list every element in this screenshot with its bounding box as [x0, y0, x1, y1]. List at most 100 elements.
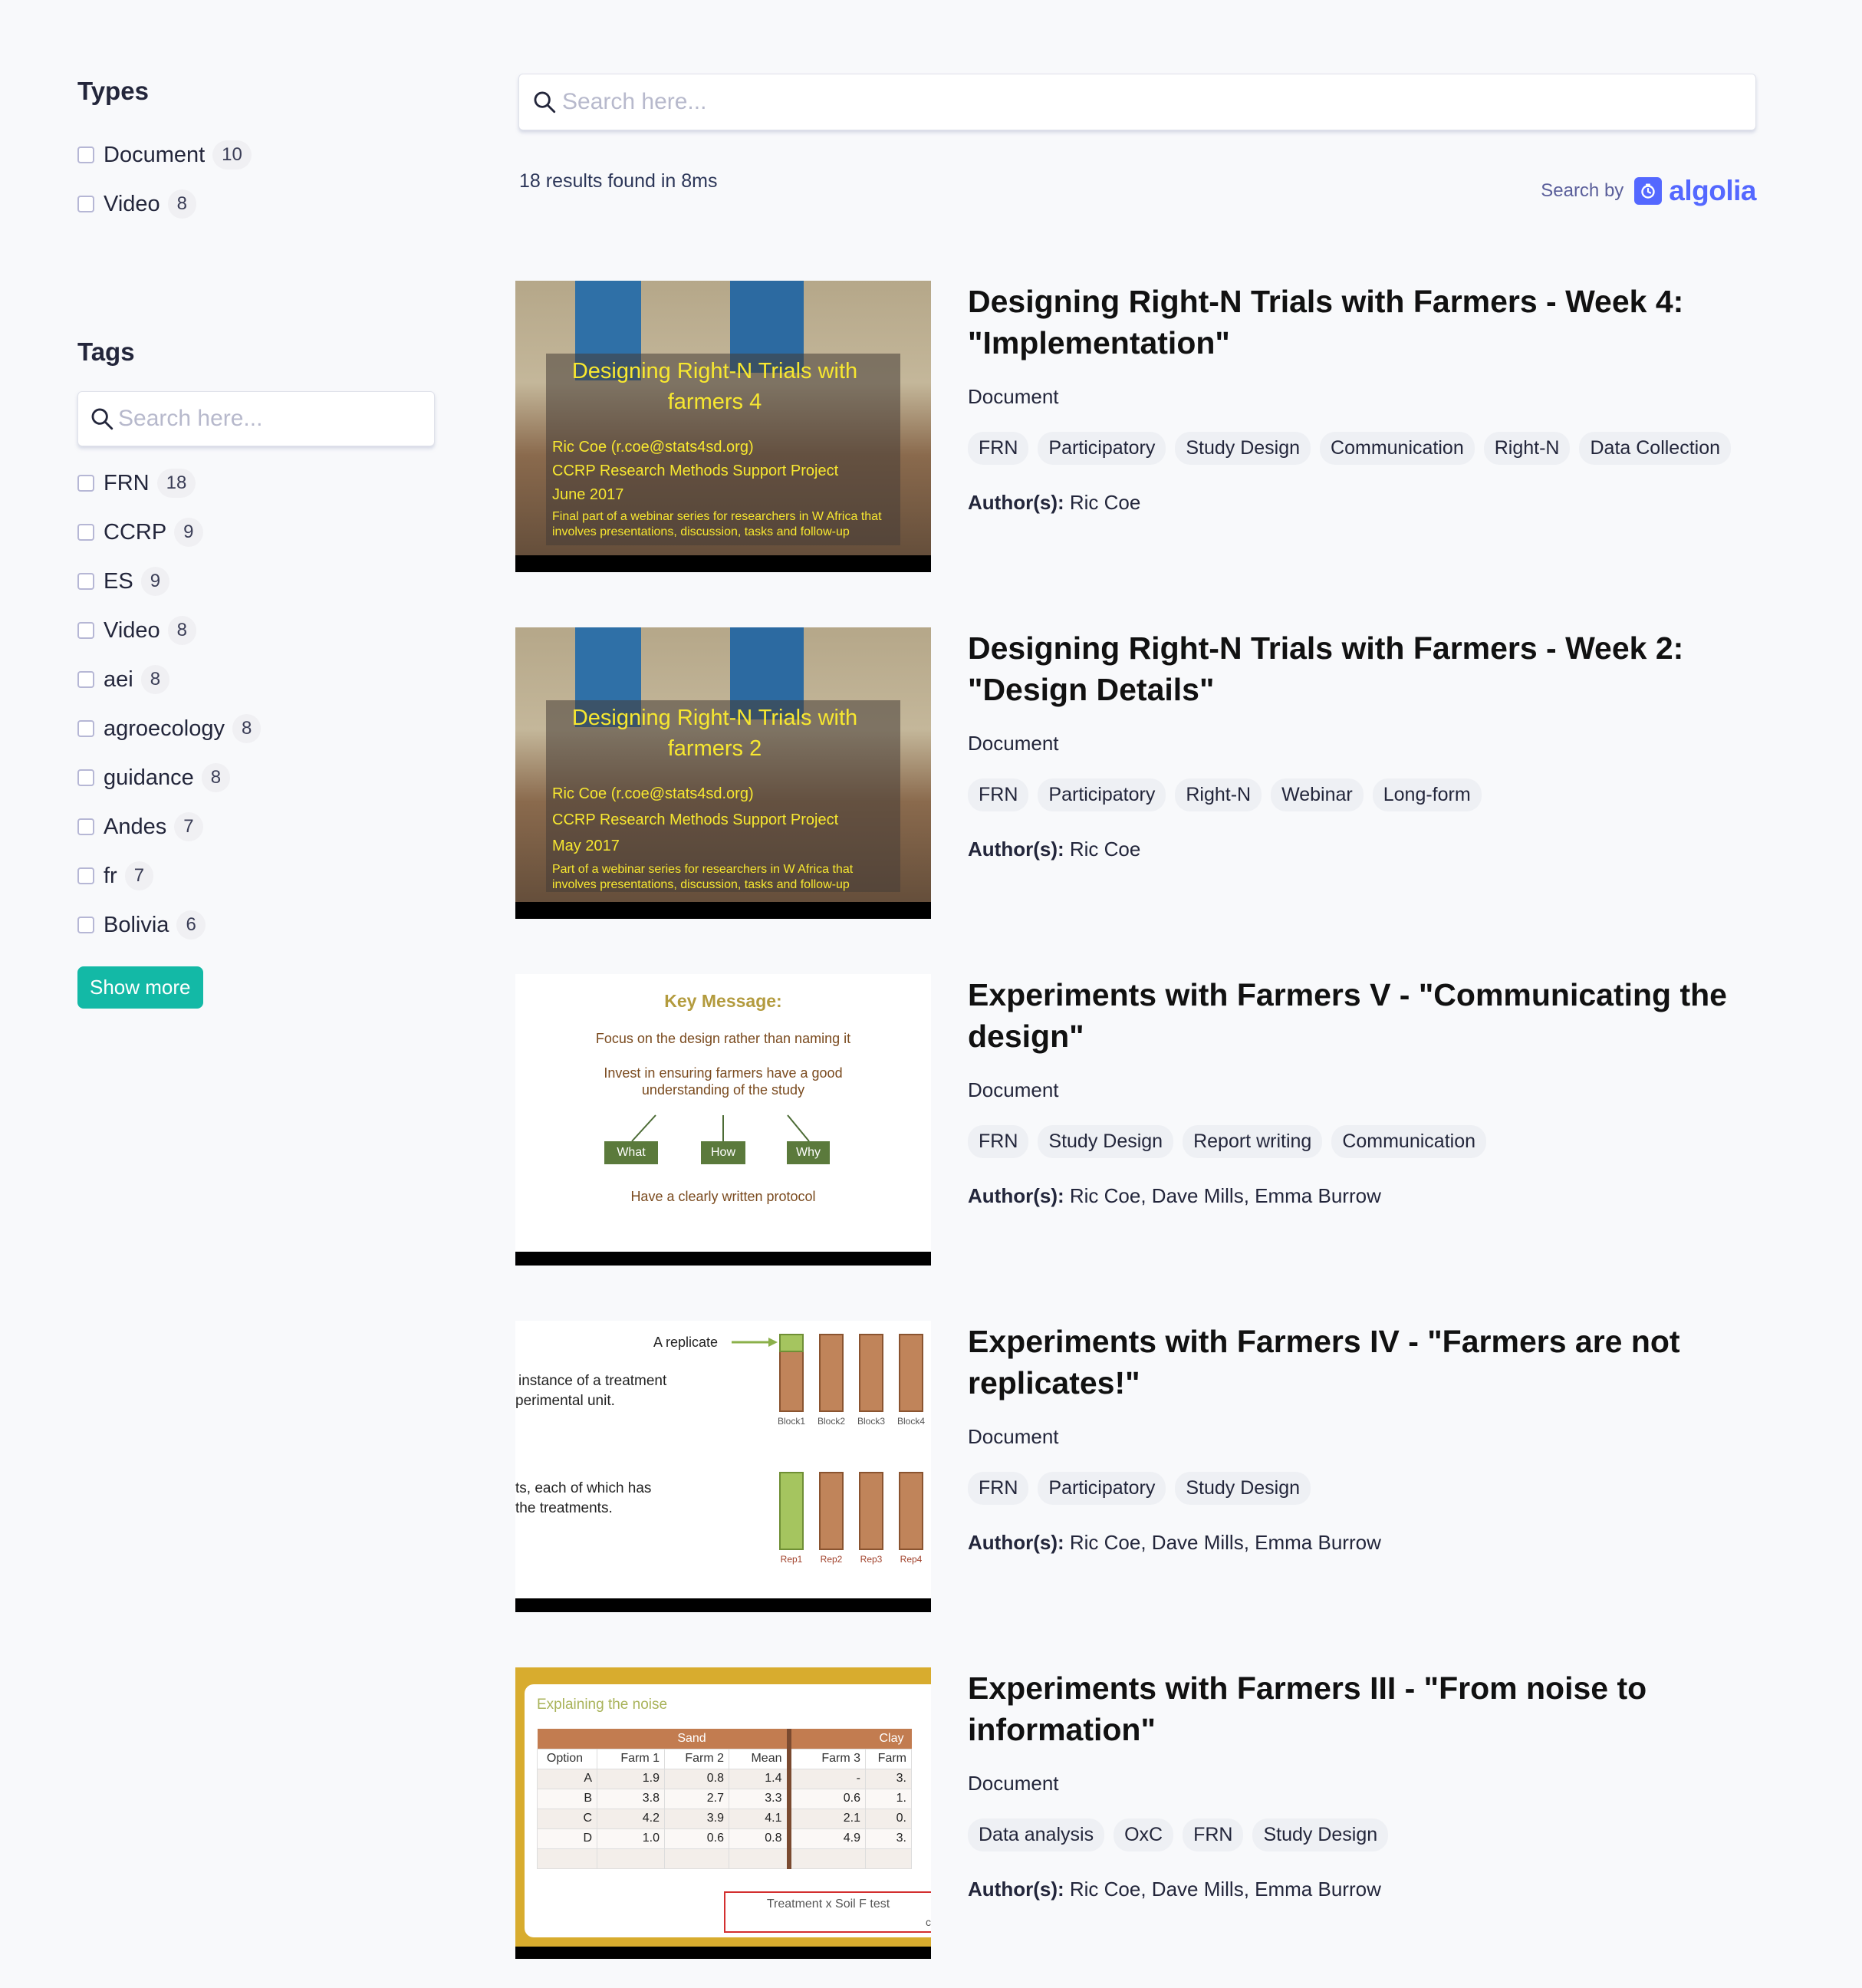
result-thumbnail[interactable]: Explaining the noise Sand Clay Option Far…: [515, 1667, 931, 1959]
tag-option[interactable]: agroecology 8: [77, 704, 438, 753]
tag-chip: Data analysis: [968, 1818, 1105, 1851]
facet-count: 8: [140, 665, 170, 694]
checkbox[interactable]: [77, 196, 94, 212]
checkbox[interactable]: [77, 524, 94, 541]
result-tags: Data analysis OxC FRN Study Design: [968, 1818, 1758, 1851]
facet-count: 8: [167, 616, 197, 645]
authors-label: Author(s):: [968, 838, 1064, 861]
table-cell: 0.8: [729, 1828, 791, 1849]
result-title[interactable]: Experiments with Farmers V - "Communicat…: [968, 974, 1758, 1057]
tag-option[interactable]: FRN 18: [77, 459, 438, 508]
result-authors: Author(s): Ric Coe: [968, 838, 1758, 861]
result-tags: FRN Participatory Study Design Communica…: [968, 432, 1758, 465]
thumb-note: Final part of a webinar series for resea…: [552, 510, 882, 538]
tag-chip: Study Design: [1175, 432, 1311, 465]
show-more-button[interactable]: Show more: [77, 966, 203, 1009]
tag-option[interactable]: fr 7: [77, 851, 438, 900]
table-cell: 4.9: [788, 1828, 866, 1849]
tag-option[interactable]: CCRP 9: [77, 508, 438, 557]
type-option-document[interactable]: Document 10: [77, 130, 438, 179]
tags-facet-title: Tags: [77, 337, 135, 366]
checkbox[interactable]: [77, 146, 94, 163]
checkbox[interactable]: [77, 622, 94, 639]
table-cell: 3.9: [664, 1808, 729, 1829]
checkbox[interactable]: [77, 573, 94, 590]
search-icon: [91, 408, 113, 430]
result-title[interactable]: Designing Right-N Trials with Farmers - …: [968, 627, 1758, 710]
result-title[interactable]: Designing Right-N Trials with Farmers - …: [968, 281, 1758, 364]
table-cell: 4.2: [597, 1808, 665, 1829]
facet-count: 8: [167, 189, 197, 219]
tag-chip: FRN: [968, 432, 1029, 465]
table-cell: 0.: [865, 1808, 912, 1829]
checkbox[interactable]: [77, 769, 94, 786]
arrows-graphic: [631, 1114, 810, 1142]
type-option-video[interactable]: Video 8: [77, 179, 438, 229]
tags-facet: Tags Search here... FRN 18 CCRP 9 ES 9 Vide…: [77, 337, 438, 1009]
rep-label: Rep4: [900, 1554, 923, 1565]
result-title[interactable]: Experiments with Farmers III - "From noi…: [968, 1667, 1758, 1750]
result-item: Designing Right-N Trials with farmers 2 …: [515, 627, 1758, 974]
facet-label: guidance: [104, 765, 194, 790]
result-thumbnail[interactable]: Designing Right-N Trials with farmers 2 …: [515, 627, 931, 919]
block-label: Block3: [857, 1416, 886, 1427]
thumb-line: June 2017: [552, 486, 624, 503]
tag-option[interactable]: guidance 8: [77, 753, 438, 802]
table-cell: [597, 1848, 665, 1869]
table-group: Sand: [597, 1729, 791, 1749]
types-facet-title: Types: [77, 77, 149, 105]
tag-option[interactable]: Andes 7: [77, 802, 438, 851]
checkbox[interactable]: [77, 671, 94, 688]
tag-chip: Report writing: [1183, 1125, 1323, 1158]
authors-label: Author(s):: [968, 1878, 1064, 1901]
checkbox[interactable]: [77, 917, 94, 933]
thumb-note: Treatment x Soil F test: [724, 1891, 931, 1933]
tag-option[interactable]: ES 9: [77, 557, 438, 606]
facet-count: 9: [174, 518, 203, 547]
result-thumbnail[interactable]: Designing Right-N Trials with farmers 4 …: [515, 281, 931, 572]
tag-search-input[interactable]: Search here...: [77, 391, 435, 446]
rep-label: Rep1: [780, 1554, 803, 1565]
table-cell: 3.: [865, 1828, 912, 1849]
table-cell: C: [537, 1808, 597, 1829]
facet-label: Bolivia: [104, 912, 169, 937]
checkbox[interactable]: [77, 818, 94, 835]
table-header-cell: Option: [537, 1748, 597, 1769]
tag-option[interactable]: aei 8: [77, 655, 438, 704]
result-thumbnail[interactable]: Key Message: Focus on the design rather …: [515, 974, 931, 1266]
tag-chip: Right-N: [1483, 432, 1571, 465]
checkbox[interactable]: [77, 867, 94, 884]
table-cell: 0.6: [788, 1788, 866, 1809]
table-cell: 3.: [865, 1768, 912, 1789]
result-item: Explaining the noise Sand Clay Option Far…: [515, 1667, 1758, 1988]
table-header-cell: Farm: [865, 1748, 912, 1769]
table-group: Clay: [879, 1731, 904, 1745]
powered-by-algolia-link[interactable]: Search by algolia: [1541, 175, 1756, 207]
table-cell: 3.3: [729, 1788, 791, 1809]
table-cell: [865, 1848, 912, 1869]
tag-option[interactable]: Video 8: [77, 606, 438, 655]
main-search-input[interactable]: Search here...: [518, 74, 1756, 130]
authors-value: Ric Coe, Dave Mills, Emma Burrow: [1069, 1184, 1381, 1207]
table-cell: A: [537, 1768, 597, 1789]
result-type: Document: [968, 1078, 1059, 1101]
table-cell: [788, 1848, 866, 1869]
facet-label: FRN: [104, 470, 150, 495]
result-title[interactable]: Experiments with Farmers IV - "Farmers a…: [968, 1321, 1758, 1404]
checkbox[interactable]: [77, 720, 94, 737]
thumb-title: Designing Right-N Trials with farmers 2: [571, 706, 858, 761]
thumb-line: CCRP Research Methods Support Project: [552, 462, 839, 479]
checkbox[interactable]: [77, 475, 94, 492]
tag-chip: Long-form: [1372, 778, 1482, 811]
table-cell: 2.7: [664, 1788, 729, 1809]
tag-option[interactable]: Bolivia 6: [77, 900, 438, 950]
result-thumbnail[interactable]: A replicate instance of a treatment peri…: [515, 1321, 931, 1612]
result-type: Document: [968, 732, 1059, 755]
table-header-cell: Farm 2: [664, 1748, 729, 1769]
block-label: Block2: [817, 1416, 846, 1427]
tag-chip: Participatory: [1038, 778, 1166, 811]
tag-chip: FRN: [968, 778, 1029, 811]
table-cell: 4.1: [729, 1808, 791, 1829]
result-tags: FRN Study Design Report writing Communic…: [968, 1125, 1758, 1158]
table-cell: 1.0: [597, 1828, 665, 1849]
